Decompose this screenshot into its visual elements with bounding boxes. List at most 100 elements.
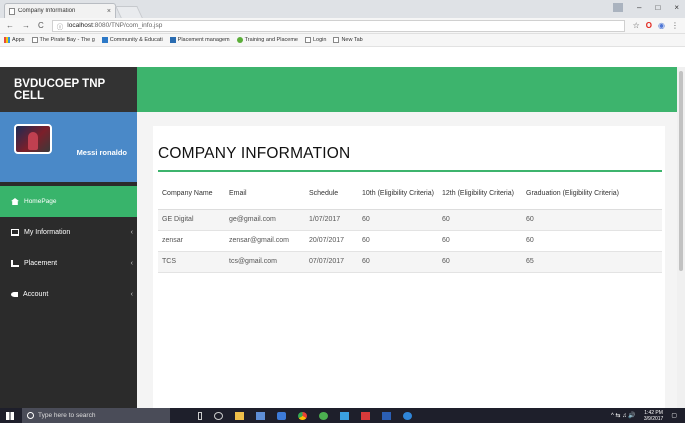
- sidebar: BVDUCOEP TNP CELL Messi ronaldo HomePage…: [0, 67, 137, 408]
- cell-email: zensar@gmail.com: [225, 230, 305, 252]
- table-row: zensar zensar@gmail.com 20/07/2017 60 60 60: [158, 230, 662, 252]
- li-bookmark-icon: [169, 37, 176, 43]
- taskbar-search-input[interactable]: Type here to search: [22, 408, 170, 423]
- task-view-icon[interactable]: [214, 411, 223, 420]
- system-tray: ^ ⇆ ♫ 🔊 1:42 PM 3/9/2017 ▢: [611, 410, 685, 422]
- doc-bookmark-icon: [31, 37, 38, 43]
- cell-graduation: 65: [522, 251, 662, 273]
- forward-icon[interactable]: →: [22, 21, 30, 30]
- windows-start-icon[interactable]: [6, 411, 14, 420]
- site-info-icon[interactable]: ⓘ: [57, 21, 64, 31]
- bookmark-label: Apps: [12, 37, 25, 43]
- bookmark-label: Community & Educati: [109, 37, 163, 43]
- cell-schedule: 07/07/2017: [305, 251, 358, 273]
- table-row: TCS tcs@gmail.com 07/07/2017 60 60 65: [158, 251, 662, 273]
- table-header-row: Company Name Email Schedule 10th (Eligib…: [158, 179, 662, 210]
- new-tab-button[interactable]: [115, 6, 143, 18]
- header-email: Email: [225, 179, 305, 210]
- bookmark-item[interactable]: Apps: [4, 37, 25, 43]
- sidebar-item-label: My Information: [24, 229, 71, 236]
- scrollbar-thumb[interactable]: [679, 71, 683, 271]
- page-scrollbar[interactable]: [677, 67, 685, 408]
- monitor-icon: [11, 229, 19, 236]
- cell-12th: 60: [438, 251, 522, 273]
- clock[interactable]: 1:42 PM 3/9/2017: [644, 410, 663, 422]
- main-content: COMPANY INFORMATION Company Name Email S…: [137, 67, 685, 411]
- sidebar-item-placement[interactable]: Placement ‹: [0, 248, 137, 279]
- clock-date: 3/9/2017: [643, 415, 664, 422]
- minimize-button[interactable]: –: [637, 3, 641, 12]
- green-app-icon[interactable]: [319, 411, 328, 420]
- cell-schedule: 1/07/2017: [305, 209, 358, 231]
- bookmark-label: New Tab: [341, 37, 363, 43]
- store-icon[interactable]: [256, 411, 265, 420]
- cell-10th: 60: [358, 251, 438, 273]
- cell-10th: 60: [358, 230, 438, 252]
- page-top-strip: [0, 47, 685, 57]
- media-icon[interactable]: [277, 411, 286, 420]
- chrome-icon[interactable]: [298, 411, 307, 420]
- settings-app-icon[interactable]: [403, 411, 412, 420]
- bookmark-star-icon[interactable]: ☆: [633, 21, 640, 30]
- extension-icon[interactable]: ◉: [658, 21, 665, 30]
- header-10th: 10th (Eligibility Criteria): [358, 179, 438, 210]
- url-input[interactable]: ⓘ localhost:8080/TNP/com_info.jsp: [51, 19, 625, 32]
- cell-10th: 60: [358, 209, 438, 231]
- key-icon: [11, 292, 18, 297]
- sidebar-item-my-information[interactable]: My Information ‹: [0, 217, 137, 248]
- cell-company-name: zensar: [158, 230, 225, 252]
- apps-bookmark-icon: [4, 37, 10, 43]
- pdf-icon[interactable]: [361, 411, 370, 420]
- bookmark-item[interactable]: Training and Placeme: [236, 37, 298, 43]
- blue-app-icon[interactable]: [340, 411, 349, 420]
- blue-bookmark-icon: [101, 37, 108, 43]
- company-table: Company Name Email Schedule 10th (Eligib…: [158, 179, 662, 273]
- cell-company-name: GE Digital: [158, 209, 225, 231]
- profile-icon[interactable]: [613, 3, 624, 12]
- cell-12th: 60: [438, 230, 522, 252]
- sidebar-item-label: Placement: [24, 260, 58, 267]
- cortana-icon: [27, 412, 34, 419]
- word-icon[interactable]: [382, 411, 391, 420]
- bookmark-label: Placement managem: [177, 37, 230, 43]
- user-name: Messi ronaldo: [76, 148, 127, 157]
- windows-taskbar: Type here to search ^ ⇆ ♫ 🔊 1:42 PM 3/9/…: [0, 408, 685, 423]
- close-window-button[interactable]: ×: [674, 3, 679, 12]
- avatar-figure: [28, 132, 38, 150]
- notification-icon[interactable]: ▢: [671, 412, 677, 419]
- chevron-left-icon: ‹: [130, 291, 133, 298]
- bookmark-item[interactable]: Login: [304, 37, 326, 43]
- sidebar-item-account[interactable]: Account ‹: [0, 279, 137, 310]
- sitemap-icon: [11, 260, 19, 267]
- cell-graduation: 60: [522, 230, 662, 252]
- search-placeholder: Type here to search: [38, 412, 96, 419]
- maximize-button[interactable]: □: [655, 3, 660, 12]
- cell-company-name: TCS: [158, 251, 225, 273]
- bookmark-item[interactable]: Community & Educati: [101, 37, 163, 43]
- mic-icon[interactable]: [198, 411, 202, 420]
- header-12th: 12th (Eligibility Criteria): [438, 179, 522, 210]
- bookmark-item[interactable]: The Pirate Bay - The g: [31, 37, 95, 43]
- reload-icon[interactable]: C: [38, 21, 44, 30]
- header-schedule: Schedule: [305, 179, 358, 210]
- cell-email: ge@gmail.com: [225, 209, 305, 231]
- bookmark-item[interactable]: Placement managem: [169, 37, 230, 43]
- tab-close-icon[interactable]: ×: [107, 8, 111, 15]
- bookmark-item[interactable]: New Tab: [333, 37, 363, 43]
- table-row: GE Digital ge@gmail.com 1/07/2017 60 60 60: [158, 209, 662, 231]
- chevron-left-icon: ‹: [130, 229, 133, 236]
- cell-email: tcs@gmail.com: [225, 251, 305, 273]
- green-bookmark-icon: [236, 37, 243, 43]
- cell-12th: 60: [438, 209, 522, 231]
- tray-icons[interactable]: ^ ⇆ ♫ 🔊: [611, 412, 636, 419]
- back-icon[interactable]: ←: [6, 21, 14, 30]
- chevron-left-icon: ‹: [130, 260, 133, 267]
- page-title: COMPANY INFORMATION: [158, 145, 351, 162]
- opera-extension-icon[interactable]: O: [646, 21, 652, 30]
- browser-tab[interactable]: Company Information ×: [4, 3, 116, 18]
- file-explorer-icon[interactable]: [235, 411, 244, 420]
- menu-icon[interactable]: ⋮: [671, 21, 679, 30]
- sidebar-nav: HomePage My Information ‹ Placement ‹ Account…: [0, 186, 137, 310]
- browser-tabstrip: Company Information × – □ ×: [0, 0, 685, 18]
- sidebar-item-homepage[interactable]: HomePage: [0, 186, 137, 217]
